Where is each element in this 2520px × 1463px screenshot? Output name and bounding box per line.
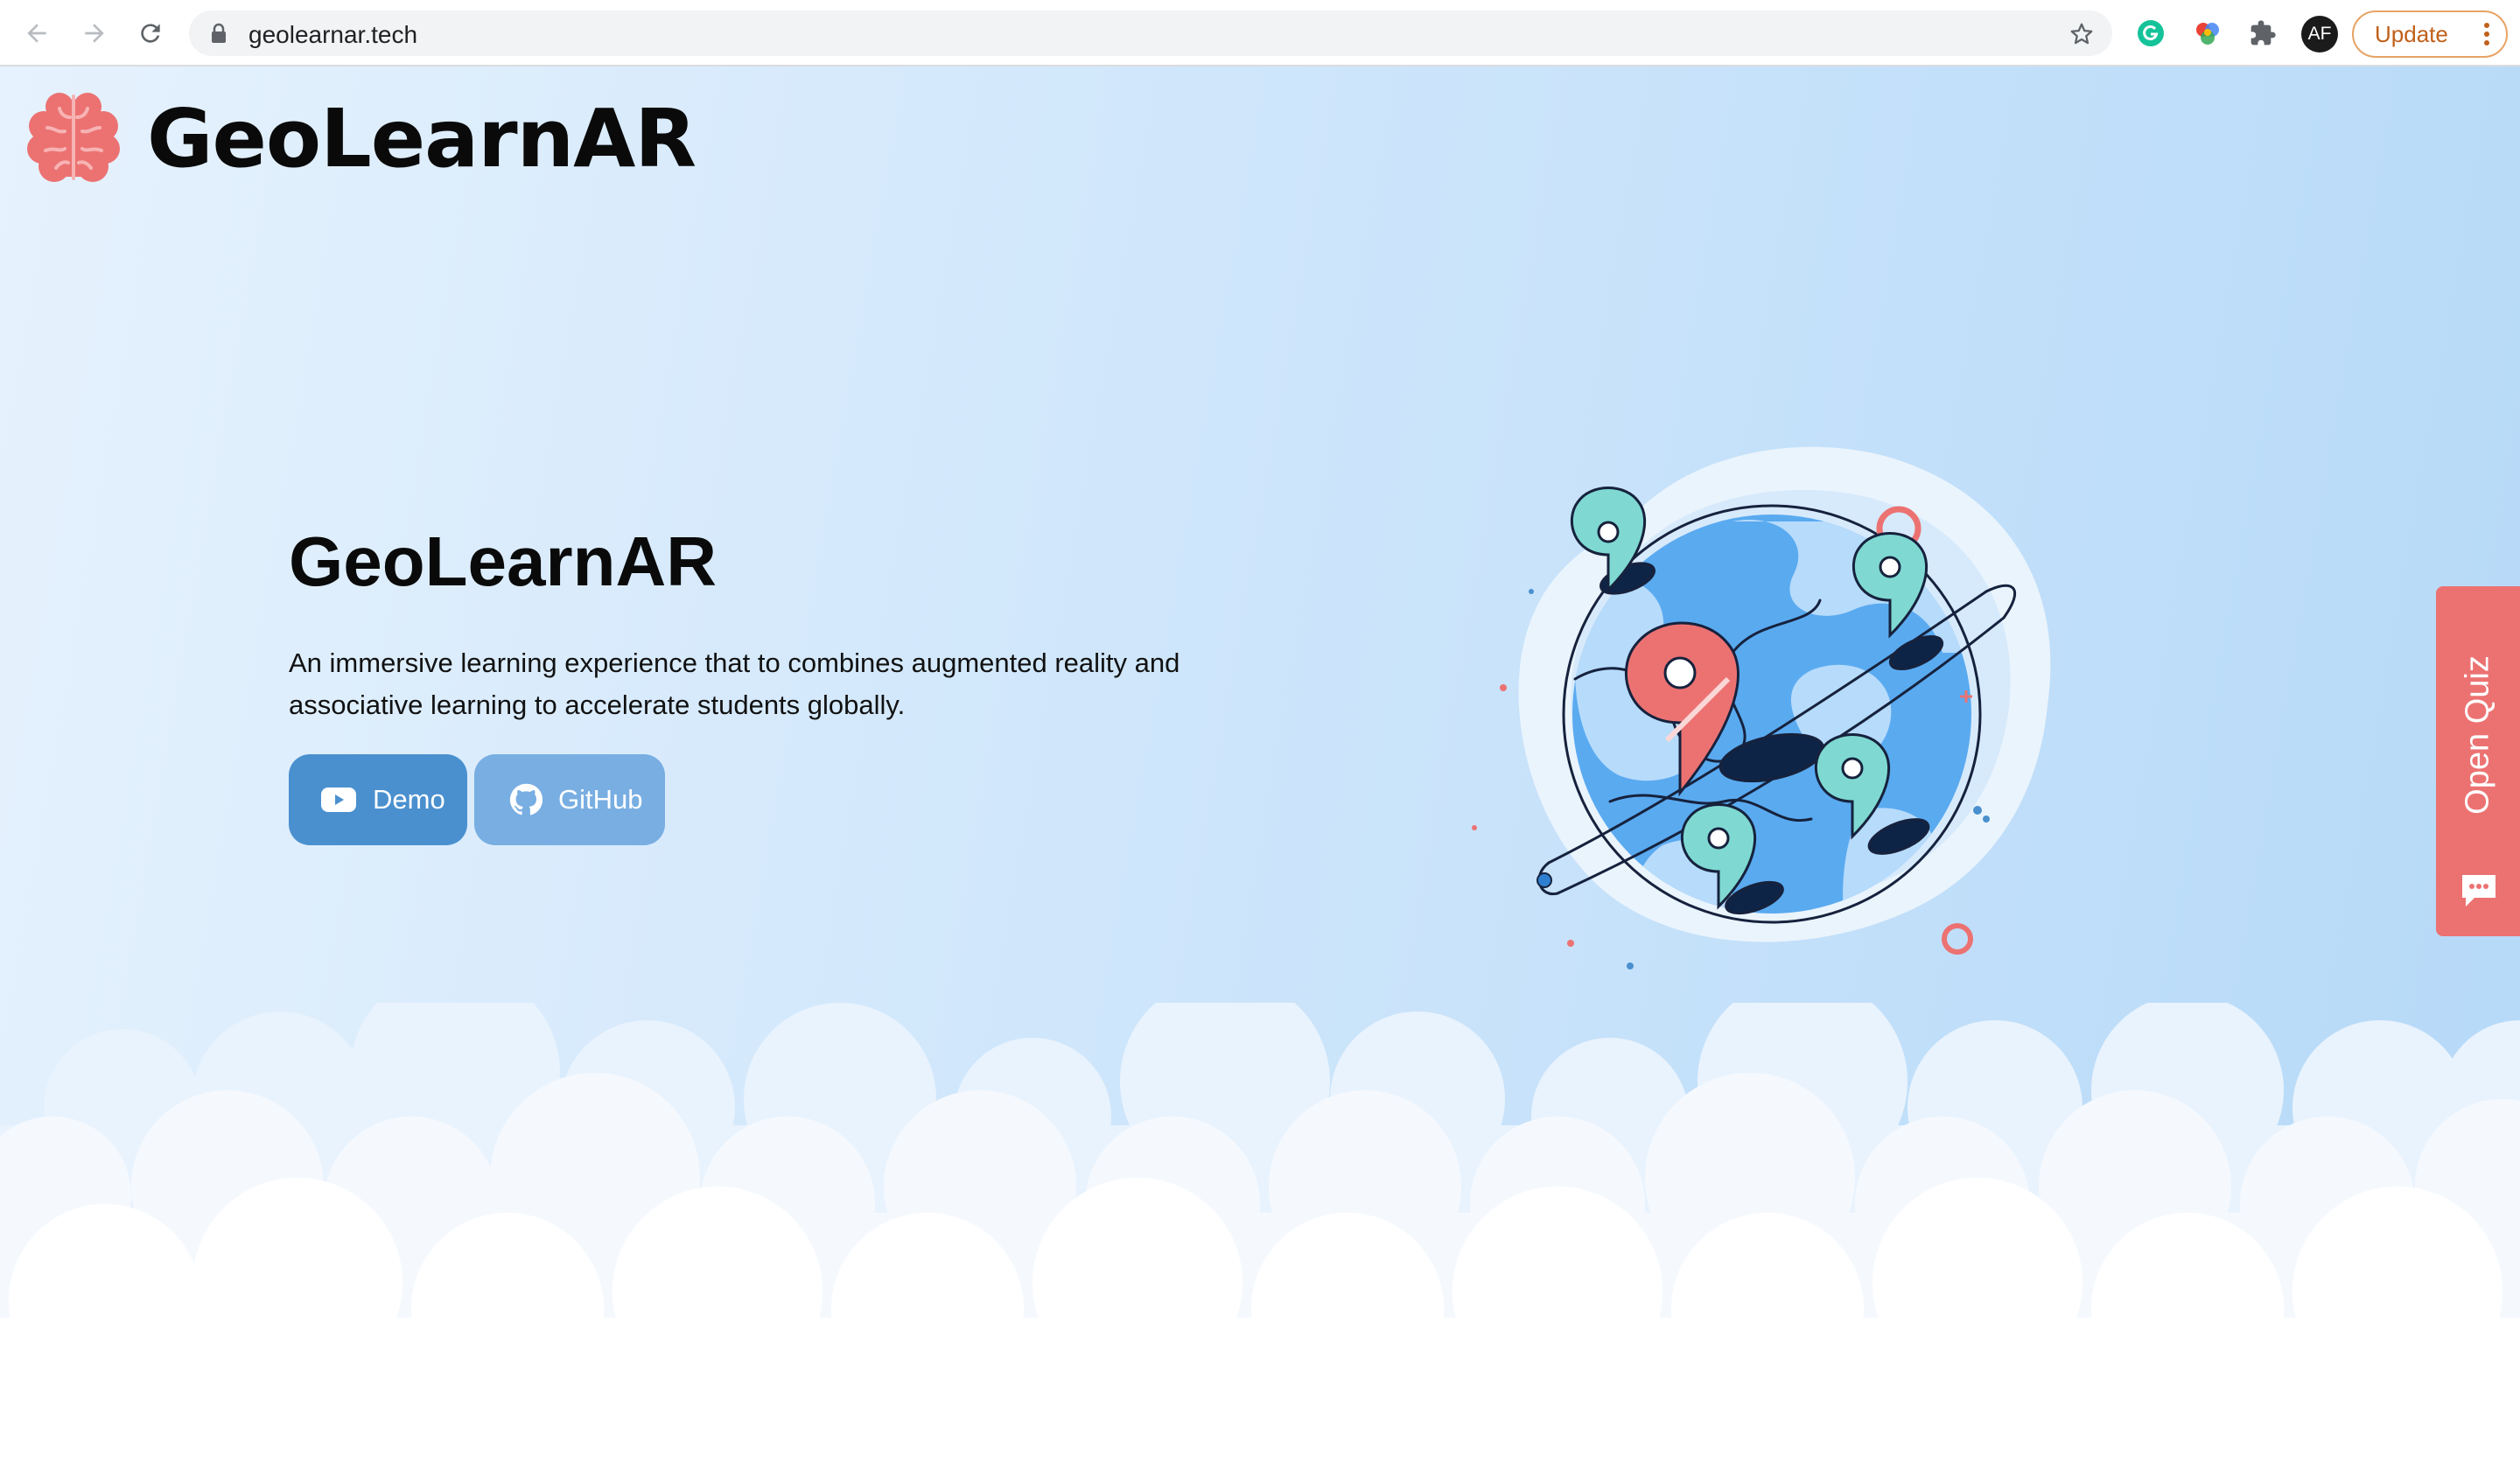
demo-button[interactable]: Demo	[289, 754, 467, 845]
profile-avatar[interactable]: AF	[2301, 16, 2338, 52]
github-button[interactable]: GitHub	[474, 754, 665, 845]
lock-icon	[210, 23, 228, 48]
color-picker-extension-icon[interactable]	[2192, 18, 2223, 49]
reload-icon	[141, 24, 160, 43]
demo-button-label: Demo	[373, 784, 445, 815]
open-quiz-tab[interactable]: Open Quiz	[2436, 586, 2520, 936]
hero-title: GeoLearnAR	[289, 522, 717, 600]
bookmark-star-icon[interactable]	[2068, 21, 2095, 52]
brand-name: GeoLearnAR	[147, 92, 696, 186]
more-vertical-icon	[2483, 22, 2490, 52]
address-bar[interactable]: geolearnar.tech	[189, 10, 2112, 56]
update-button[interactable]: Update	[2352, 10, 2508, 58]
arrow-right-icon	[85, 24, 104, 43]
arrow-left-icon	[27, 24, 46, 43]
grammarly-extension-icon[interactable]	[2135, 18, 2166, 49]
hero-description: An immersive learning experience that to…	[289, 648, 1180, 720]
github-button-label: GitHub	[558, 784, 643, 815]
github-icon	[509, 783, 542, 816]
url-text: geolearnar.tech	[248, 21, 418, 48]
puzzle-extensions-icon[interactable]	[2247, 18, 2278, 49]
brain-logo-icon	[26, 88, 121, 190]
back-button[interactable]	[19, 16, 54, 51]
site-logo[interactable]: GeoLearnAR	[26, 88, 696, 190]
browser-toolbar: geolearnar.tech AF Update	[0, 0, 2520, 66]
update-label: Update	[2375, 20, 2448, 47]
reload-button[interactable]	[133, 16, 168, 51]
globe-illustration	[1444, 390, 2109, 1025]
open-quiz-label: Open Quiz	[2459, 655, 2496, 815]
cloud-decoration	[0, 968, 2520, 1463]
page-viewport: GeoLearnAR GeoLearnAR An immersive learn…	[0, 66, 2520, 1463]
youtube-icon	[320, 787, 357, 813]
chat-bubble-icon	[2459, 872, 2499, 914]
forward-button[interactable]	[77, 16, 112, 51]
